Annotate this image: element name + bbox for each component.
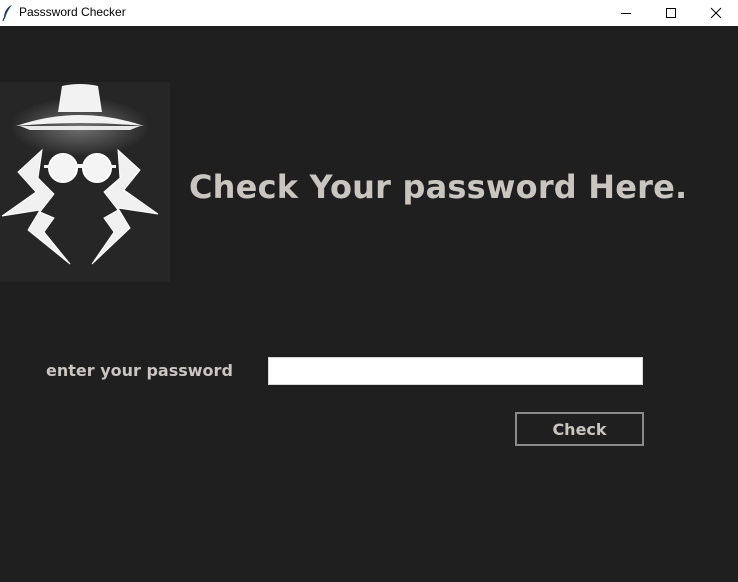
window-title: Passsword Checker (19, 5, 126, 19)
close-icon (710, 7, 722, 19)
check-button[interactable]: Check (515, 412, 644, 446)
password-input[interactable] (268, 357, 643, 385)
page-title: Check Your password Here. (189, 168, 688, 206)
title-bar: Passsword Checker (0, 0, 738, 26)
feather-icon (2, 4, 14, 22)
maximize-icon (666, 8, 676, 18)
password-label: enter your password (46, 361, 233, 380)
close-button[interactable] (693, 0, 738, 26)
maximize-button[interactable] (648, 0, 694, 26)
main-content: Check Your password Here. enter your pas… (0, 26, 738, 582)
logo (0, 82, 170, 282)
minimize-icon (621, 13, 631, 14)
spy-incognito-icon (1, 84, 159, 265)
minimize-button[interactable] (603, 0, 649, 26)
